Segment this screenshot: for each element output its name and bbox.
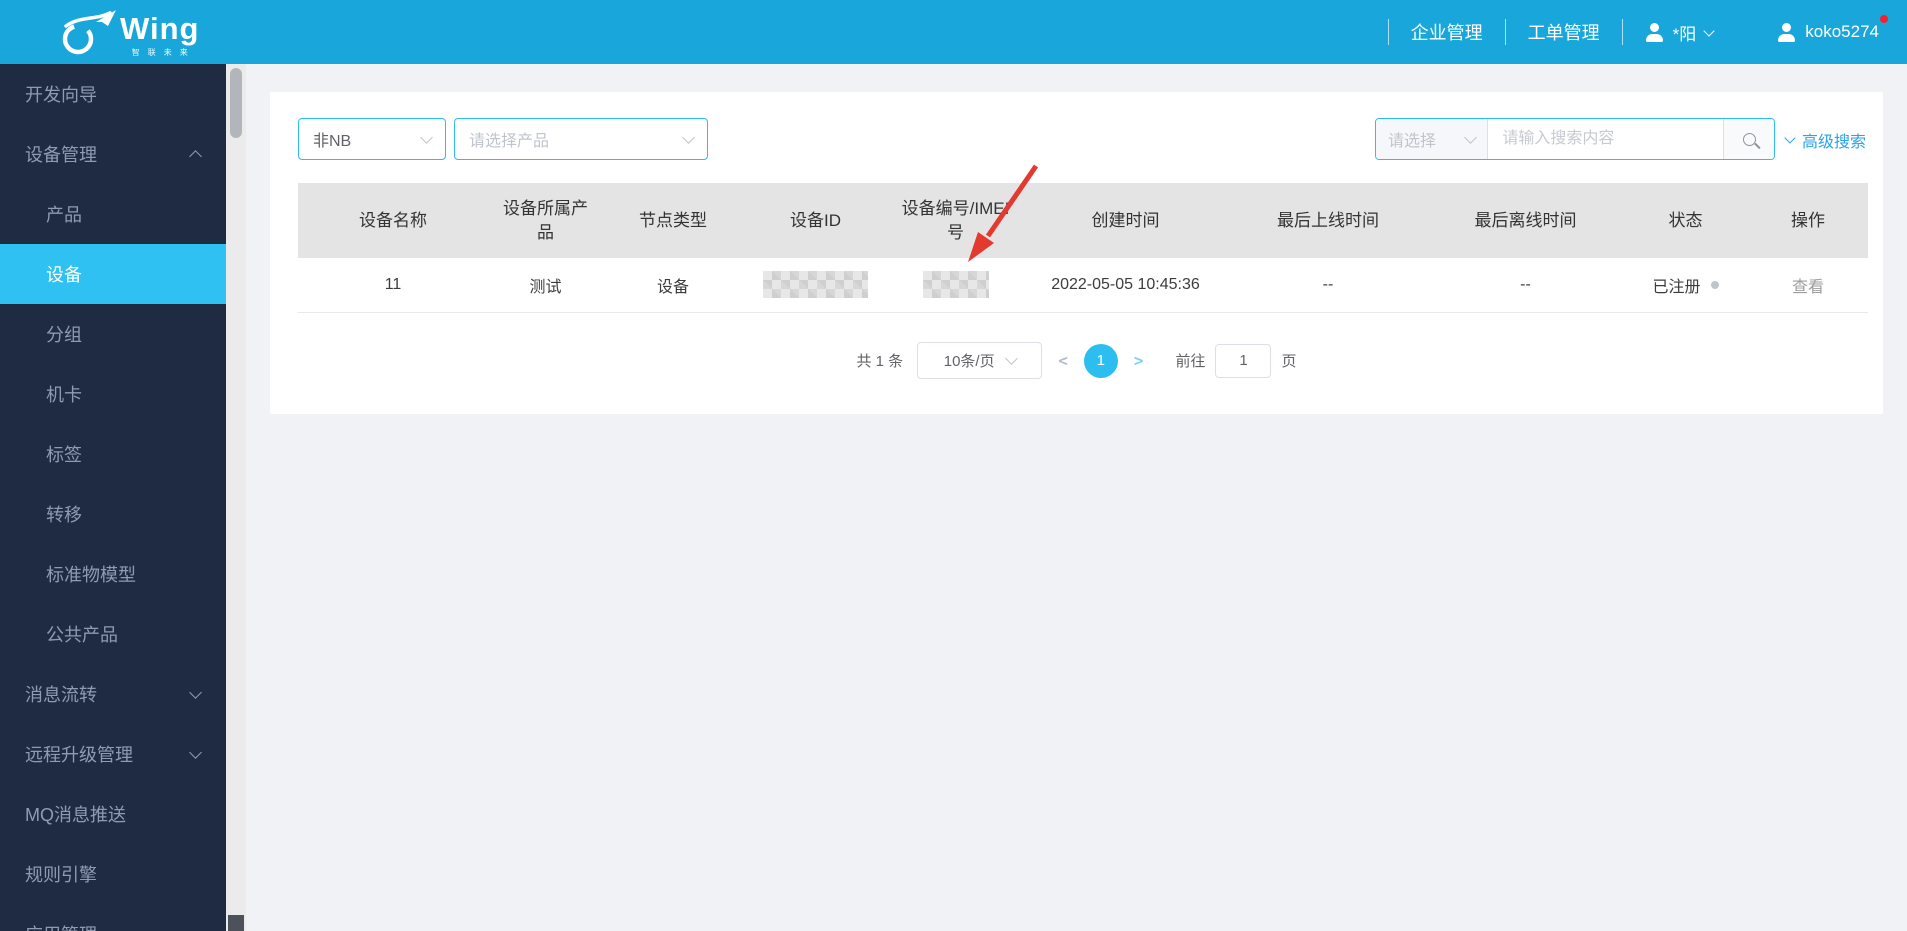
sidebar-item-transfer[interactable]: 转移 [0,484,226,544]
device-table: 设备名称 设备所属产品 节点类型 设备ID 设备编号/IMEI号 创建时间 最后… [298,183,1868,313]
sidebar-item-device-management[interactable]: 设备管理 [0,124,226,184]
col-node-type: 节点类型 [603,183,743,258]
logo-subtext: 智联未来 [131,48,196,57]
col-created-at: 创建时间 [1023,183,1228,258]
page-number-button[interactable]: 1 [1083,343,1118,378]
product-select[interactable]: 请选择产品 [454,118,708,160]
col-device-id: 设备ID [743,183,888,258]
sidebar-item-standard-model[interactable]: 标准物模型 [0,544,226,604]
divider [1504,19,1506,45]
scrollbar-corner [228,915,244,931]
cell-node-type: 设备 [603,258,743,313]
redacted-imei [922,271,989,299]
search-field-select[interactable]: 请选择 [1376,119,1489,159]
search-bar: 请选择 [1375,118,1775,160]
prev-page-button[interactable]: < [1058,351,1068,370]
search-input[interactable] [1488,119,1724,159]
page-size-select[interactable]: 10条/页 [917,342,1043,379]
cell-last-online: -- [1228,258,1428,313]
sidebar-item-device[interactable]: 设备 [0,244,226,304]
current-user[interactable]: koko5274 [1777,15,1888,42]
chevron-down-icon [189,746,202,759]
sidebar-item-message-flow[interactable]: 消息流转 [0,664,226,724]
scrollbar-thumb[interactable] [230,68,242,138]
next-page-button[interactable]: > [1134,351,1144,370]
col-device-name: 设备名称 [298,183,488,258]
col-status: 状态 [1623,183,1748,258]
sidebar-item-product[interactable]: 产品 [0,184,226,244]
sidebar-item-rule-engine[interactable]: 规则引擎 [0,844,226,904]
sidebar: 开发向导 设备管理 产品 设备 分组 机卡 标签 转移 标准物模型 公共产品 消… [0,64,226,931]
topbar: Wing 智联未来 企业管理 工单管理 *阳 koko5274 [0,0,1907,64]
view-button[interactable]: 查看 [1792,279,1824,296]
col-imei: 设备编号/IMEI号 [888,183,1023,258]
chevron-down-icon [189,686,202,699]
advanced-search-link[interactable]: 高级搜索 [1784,128,1866,152]
chevron-down-icon [1004,352,1018,365]
main-content: 非NB 请选择产品 请选择 高级搜索 [246,64,1907,931]
chevron-down-icon [682,130,695,144]
chevron-down-icon [420,130,433,144]
topnav: 企业管理 工单管理 *阳 koko5274 [1366,0,1888,64]
chevron-down-icon [1784,132,1796,144]
account-menu[interactable]: *阳 [1645,20,1715,45]
search-icon [1742,132,1756,146]
cell-device-id [743,258,888,313]
cell-created-at: 2022-05-05 10:45:36 [1023,258,1228,313]
pagination: 共 1 条 10条/页 < 1 > 前往 页 [270,342,1883,379]
table-row: 11 测试 设备 2022-05-05 10:45:36 -- -- 已注册 查… [298,258,1868,313]
search-button[interactable] [1723,119,1774,159]
col-last-online: 最后上线时间 [1228,183,1428,258]
divider [1387,19,1389,45]
col-product: 设备所属产品 [488,183,603,258]
nav-enterprise-management[interactable]: 企业管理 [1411,19,1483,45]
sidebar-item-mq-push[interactable]: MQ消息推送 [0,784,226,844]
sidebar-item-tag[interactable]: 标签 [0,424,226,484]
goto-label: 前往 [1175,353,1206,370]
col-last-offline: 最后离线时间 [1428,183,1623,258]
cell-action: 查看 [1748,258,1868,313]
paper-plane-icon [62,10,116,55]
username: koko5274 [1805,22,1879,41]
sidebar-scrollbar[interactable] [226,64,246,931]
divider [1621,19,1623,45]
app-logo[interactable]: Wing 智联未来 [58,4,199,60]
chevron-down-icon [1703,24,1715,37]
logo-text: Wing [120,11,200,46]
total-count: 共 1 条 [856,353,904,370]
chevron-down-icon [1464,130,1478,144]
status-dot-icon [1710,280,1719,289]
sidebar-item-sim[interactable]: 机卡 [0,364,226,424]
table-header-row: 设备名称 设备所属产品 节点类型 设备ID 设备编号/IMEI号 创建时间 最后… [298,183,1868,258]
notification-dot [1880,15,1888,23]
user-icon [1645,22,1665,42]
sidebar-item-app-management[interactable]: 应用管理 [0,904,226,931]
cell-product: 测试 [488,258,603,313]
cell-device-name: 11 [298,258,488,313]
sidebar-item-dev-guide[interactable]: 开发向导 [0,64,226,124]
nav-workorder-management[interactable]: 工单管理 [1528,19,1600,45]
redacted-device-id [763,271,868,299]
cell-status: 已注册 [1623,258,1748,313]
chevron-up-icon [189,150,202,163]
goto-page-input[interactable] [1215,343,1272,378]
device-list-card: 非NB 请选择产品 请选择 高级搜索 [270,92,1883,414]
page-unit-label: 页 [1281,353,1297,370]
sidebar-item-ota-management[interactable]: 远程升级管理 [0,724,226,784]
device-type-select[interactable]: 非NB [298,118,446,160]
account-short-name: *阳 [1672,24,1697,44]
user-icon [1777,22,1797,42]
sidebar-item-public-product[interactable]: 公共产品 [0,604,226,664]
cell-last-offline: -- [1428,258,1623,313]
cell-imei [888,258,1023,313]
col-action: 操作 [1748,183,1868,258]
sidebar-item-group[interactable]: 分组 [0,304,226,364]
